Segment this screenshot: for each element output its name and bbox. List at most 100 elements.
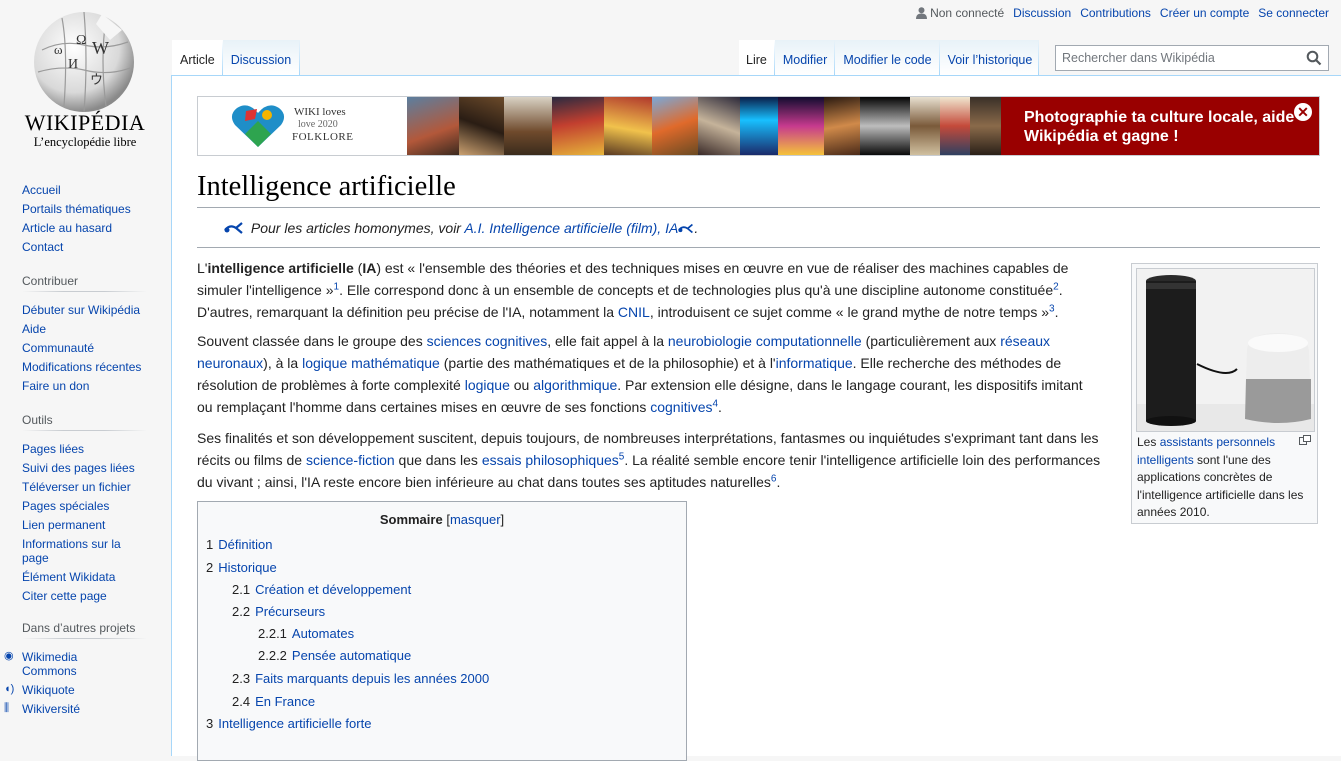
sidebar-item-televerser[interactable]: Téléverser un fichier <box>22 480 131 494</box>
link-sciences-cognitives[interactable]: sciences cognitives <box>427 333 548 349</box>
svg-text:ω: ω <box>54 42 63 57</box>
sidebar-item-lien-permanent[interactable]: Lien permanent <box>22 518 105 532</box>
login-link[interactable]: Se connecter <box>1258 6 1329 20</box>
toc-item[interactable]: 2.2.1 Automates <box>258 626 354 641</box>
tab-article[interactable]: Article <box>172 40 223 75</box>
toc-num: 2.2.1 <box>258 626 287 641</box>
toc-item[interactable]: 2.4 En France <box>232 694 315 709</box>
sidebar-navigation: Accueil Portails thématiques Article au … <box>22 180 170 256</box>
text: . <box>1054 304 1059 320</box>
banner-cta-line1: Photographie ta culture locale, aide <box>1024 109 1295 126</box>
namespace-tabs: Article Discussion <box>172 40 300 75</box>
text: Souvent classée dans le groupe des <box>197 333 427 349</box>
toc-link[interactable]: En France <box>255 694 315 709</box>
text: que dans les <box>394 452 482 468</box>
sidebar-item-contact[interactable]: Contact <box>22 240 63 254</box>
hatnote-prefix: Pour les articles homonymes, voir <box>250 220 461 236</box>
toc-item[interactable]: 2.2.2 Pensée automatique <box>258 648 411 663</box>
tab-discussion[interactable]: Discussion <box>223 40 300 75</box>
table-of-contents: Sommaire [masquer] 1 Définition 2 Historiq… <box>197 501 687 761</box>
link-cnil[interactable]: CNIL <box>618 304 650 320</box>
toc-toggle-link[interactable]: masquer <box>450 512 501 527</box>
text: (partie des mathématiques et de la philo… <box>439 355 776 371</box>
sidebar-projects: Dans d’autres projets ◉ Wikimedia Commons… <box>4 621 170 718</box>
wiki-loves-folklore-banner[interactable]: WIKI loves love 2020 FOLKLORE Photograph… <box>197 96 1320 156</box>
link-logique[interactable]: logique <box>465 377 510 393</box>
smart-speakers-image <box>1137 269 1314 431</box>
sidebar-item-commons[interactable]: Wikimedia Commons <box>22 650 77 678</box>
toc-link[interactable]: Précurseurs <box>255 604 325 619</box>
sidebar-heading-contribuer: Contribuer <box>22 274 147 292</box>
wikipedia-logo[interactable]: Ω W И ω ウ WIKIPÉDIA L’encyclopédie libre <box>0 0 170 160</box>
sidebar-item-don[interactable]: Faire un don <box>22 379 89 393</box>
link-informatique[interactable]: informatique <box>776 355 853 371</box>
sidebar-item-wikidata[interactable]: Élément Wikidata <box>22 570 115 584</box>
hatnote: Pour les articles homonymes, voir A.I. I… <box>224 220 698 236</box>
text: (particulièrement aux <box>861 333 1001 349</box>
sidebar-item-aide[interactable]: Aide <box>22 322 46 336</box>
sidebar-item-modifications-recentes[interactable]: Modifications récentes <box>22 360 141 374</box>
link-neurobiologie[interactable]: neurobiologie computationnelle <box>668 333 862 349</box>
sidebar-item-communaute[interactable]: Communauté <box>22 341 94 355</box>
tab-modifier[interactable]: Modifier <box>775 40 835 75</box>
search-icon[interactable] <box>1306 50 1322 66</box>
text: . <box>718 399 722 415</box>
svg-text:ウ: ウ <box>90 72 103 87</box>
search-input[interactable]: Rechercher dans Wikipédia <box>1055 45 1329 71</box>
toc-item[interactable]: 2.1 Création et développement <box>232 582 411 597</box>
toc-toggle-close: ] <box>500 512 505 527</box>
toc-header: Sommaire [masquer] <box>198 502 686 527</box>
toc-link[interactable]: Pensée automatique <box>292 648 411 663</box>
create-account-link[interactable]: Créer un compte <box>1160 6 1249 20</box>
thumbnail: Les assistants personnels intelligents s… <box>1131 263 1318 524</box>
tab-lire[interactable]: Lire <box>739 40 775 75</box>
toc-link[interactable]: Création et développement <box>255 582 411 597</box>
sidebar-item-wikiversite[interactable]: Wikiversité <box>22 702 80 716</box>
link-algorithmique[interactable]: algorithmique <box>533 377 617 393</box>
toc-item[interactable]: 2.3 Faits marquants depuis les années 200… <box>232 671 489 686</box>
link-essais-philosophiques[interactable]: essais philosophiques <box>482 452 619 468</box>
tab-modifier-code[interactable]: Modifier le code <box>835 40 939 75</box>
toc-link[interactable]: Automates <box>292 626 354 641</box>
link-logique-mathematique[interactable]: logique mathématique <box>302 355 440 371</box>
text: , introduisent ce sujet comme « le grand… <box>649 304 1050 320</box>
banner-cta-line2: Wikipédia et gagne ! <box>1024 128 1179 145</box>
sidebar-item-hasard[interactable]: Article au hasard <box>22 221 112 235</box>
sidebar-item-pages-speciales[interactable]: Pages spéciales <box>22 499 109 513</box>
link-cognitives[interactable]: cognitives <box>650 399 712 415</box>
link-science-fiction[interactable]: science-fiction <box>306 452 395 468</box>
toc-item[interactable]: 2.2 Précurseurs <box>232 604 325 619</box>
banner-close-icon[interactable]: ✕ <box>1294 103 1312 121</box>
toc-num: 2.4 <box>232 694 251 709</box>
banner-call-to-action[interactable]: Photographie ta culture locale, aide Wik… <box>1001 97 1319 155</box>
tab-historique[interactable]: Voir l’historique <box>940 40 1040 75</box>
svg-text:И: И <box>68 57 78 72</box>
personal-contributions-link[interactable]: Contributions <box>1080 6 1151 20</box>
heart-puzzle-icon <box>231 105 285 147</box>
thumbnail-image[interactable] <box>1136 268 1315 432</box>
personal-tools: Non connecté Discussion Contributions Cr… <box>916 6 1329 20</box>
personal-discussion-link[interactable]: Discussion <box>1013 6 1071 20</box>
sidebar-item-informations[interactable]: Informations sur la page <box>22 537 121 565</box>
disambiguation-link-icon <box>678 223 694 234</box>
sidebar-item-pages-liees[interactable]: Pages liées <box>22 442 84 456</box>
sidebar-item-accueil[interactable]: Accueil <box>22 183 61 197</box>
text: , elle fait appel à la <box>547 333 668 349</box>
toc-link[interactable]: Faits marquants depuis les années 2000 <box>255 671 489 686</box>
banner-photo-strip <box>407 97 1001 155</box>
sidebar-item-suivi[interactable]: Suivi des pages liées <box>22 461 135 475</box>
paragraph-2: Souvent classée dans le groupe des scien… <box>197 330 1102 418</box>
toc-item[interactable]: 2 Historique <box>206 560 277 575</box>
paragraph-intro: L'intelligence artificielle (IA) est « l… <box>197 257 1102 323</box>
view-tabs: Lire Modifier Modifier le code Voir l’hi… <box>739 40 1039 75</box>
sidebar-item-debuter[interactable]: Débuter sur Wikipédia <box>22 303 140 317</box>
toc-link[interactable]: Définition <box>218 537 272 552</box>
toc-item[interactable]: 1 Définition <box>206 537 272 552</box>
hatnote-links[interactable]: A.I. Intelligence artificielle (film), I… <box>464 220 678 236</box>
paragraph-3: Ses finalités et son développement susci… <box>197 427 1102 493</box>
toc-link[interactable]: Historique <box>218 560 277 575</box>
sidebar-item-portails[interactable]: Portails thématiques <box>22 202 131 216</box>
sidebar-item-wikiquote[interactable]: Wikiquote <box>22 683 75 697</box>
sidebar-item-citer[interactable]: Citer cette page <box>22 589 107 603</box>
bold-abbr: IA <box>362 260 377 276</box>
